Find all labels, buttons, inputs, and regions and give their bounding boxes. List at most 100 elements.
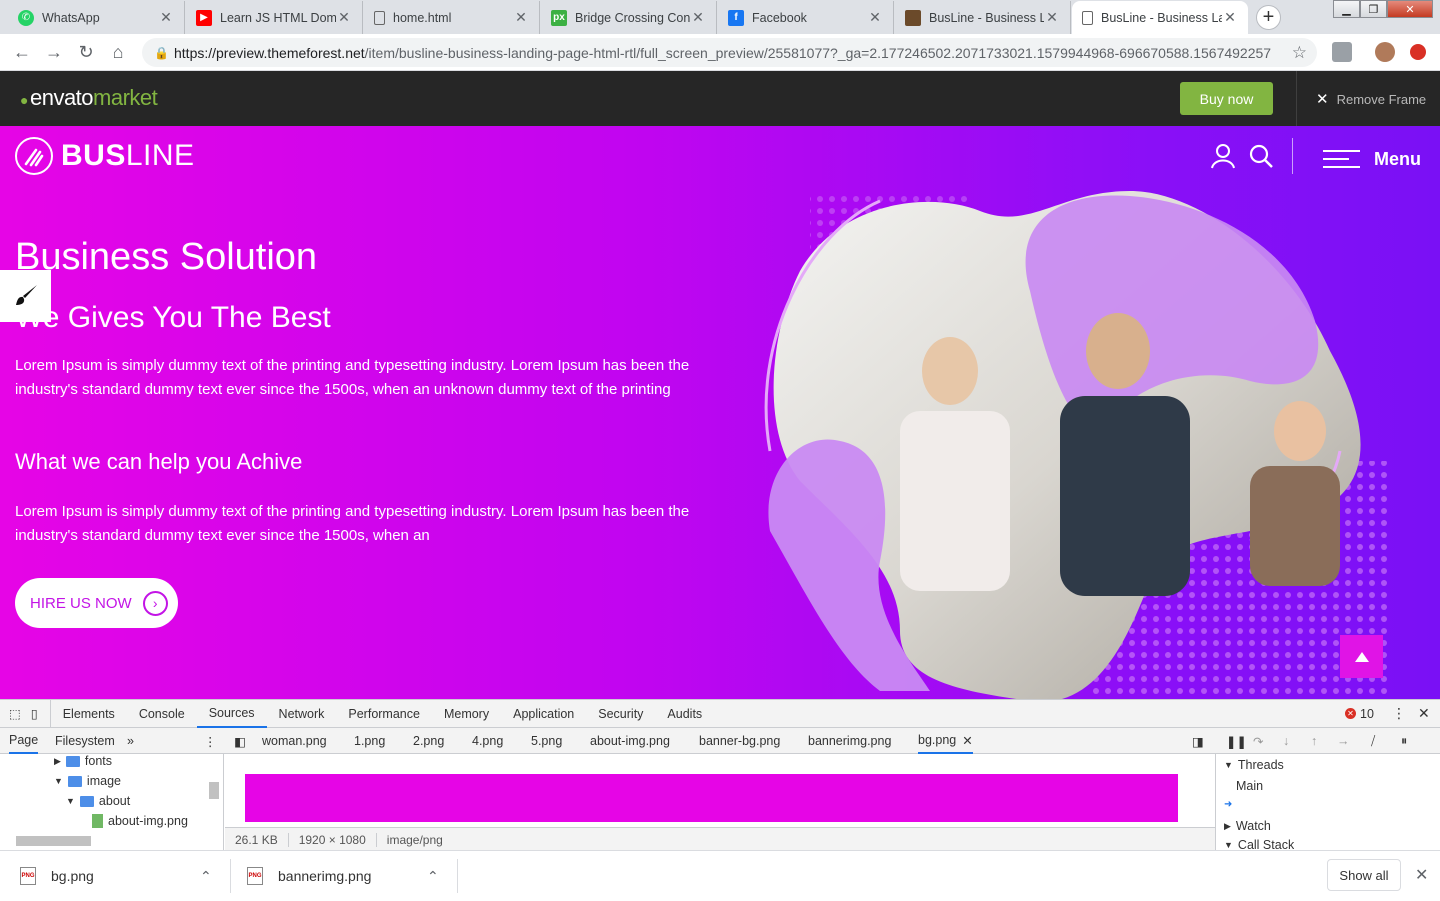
tab-busline-active[interactable]: BusLine - Business La ✕ bbox=[1072, 1, 1248, 34]
tab-page[interactable]: Page bbox=[9, 728, 39, 754]
file-tab[interactable]: woman.png bbox=[262, 728, 327, 754]
tree-item-image[interactable]: ▼ image bbox=[54, 774, 121, 788]
px-icon: px bbox=[551, 9, 567, 26]
remove-frame-button[interactable]: ✕ Remove Frame bbox=[1316, 90, 1426, 108]
tab-console[interactable]: Console bbox=[127, 700, 197, 728]
tree-item-about[interactable]: ▼ about bbox=[66, 794, 130, 808]
file-tab[interactable]: 4.png bbox=[472, 728, 503, 754]
toggle-debugger-icon[interactable]: ◨ bbox=[1192, 728, 1204, 754]
tab-learn-js[interactable]: ▶ Learn JS HTML Dom T ✕ bbox=[186, 1, 363, 34]
tab-elements[interactable]: Elements bbox=[51, 700, 127, 728]
deactivate-breakpoints-icon[interactable]: ⧸ bbox=[1371, 728, 1375, 754]
error-badge[interactable]: ✕ 10 bbox=[1345, 707, 1374, 721]
header-icons bbox=[1210, 143, 1274, 169]
download-item[interactable]: PNG bg.png ⌃ bbox=[20, 851, 212, 901]
buy-now-button[interactable]: Buy now bbox=[1180, 82, 1273, 115]
pause-icon[interactable]: ❚❚ bbox=[1226, 728, 1247, 754]
busline-icon bbox=[905, 9, 921, 26]
adblock-icon[interactable] bbox=[1410, 44, 1426, 60]
step-out-icon[interactable]: ↑ bbox=[1311, 728, 1317, 754]
more-options-icon[interactable]: ⋮ bbox=[1392, 705, 1406, 722]
menu-button[interactable]: Menu bbox=[1323, 144, 1421, 174]
thread-main[interactable]: Main bbox=[1236, 779, 1263, 793]
site-logo[interactable]: BUSLINE bbox=[15, 137, 195, 175]
file-tab[interactable]: bannerimg.png bbox=[808, 728, 891, 754]
vertical-scrollbar[interactable] bbox=[209, 782, 219, 799]
close-icon[interactable]: ✕ bbox=[513, 9, 529, 26]
tab-home-html[interactable]: home.html ✕ bbox=[364, 1, 540, 34]
chevron-down-icon: ▼ bbox=[1224, 840, 1233, 850]
tab-performance[interactable]: Performance bbox=[336, 700, 432, 728]
reload-button[interactable]: ↻ bbox=[70, 42, 102, 63]
tab-security[interactable]: Security bbox=[586, 700, 655, 728]
step-into-icon[interactable]: ↓ bbox=[1283, 728, 1289, 754]
tab-bridge-crossing[interactable]: px Bridge Crossing Conc ✕ bbox=[541, 1, 717, 34]
forward-button[interactable]: → bbox=[38, 42, 70, 63]
close-shelf-icon[interactable]: ✕ bbox=[1415, 865, 1428, 885]
theme-customizer-button[interactable] bbox=[0, 270, 51, 322]
watch-section[interactable]: ▶ Watch bbox=[1224, 819, 1271, 833]
file-tab[interactable]: banner-bg.png bbox=[699, 728, 780, 754]
tab-network[interactable]: Network bbox=[267, 700, 337, 728]
window-controls: ▁ ❐ ✕ bbox=[1333, 0, 1433, 18]
close-icon[interactable]: ✕ bbox=[1044, 9, 1060, 26]
maximize-button[interactable]: ❐ bbox=[1360, 0, 1387, 18]
tab-memory[interactable]: Memory bbox=[432, 700, 501, 728]
tab-filesystem[interactable]: Filesystem bbox=[55, 728, 115, 754]
more-options-icon[interactable]: ⋮ bbox=[204, 728, 217, 754]
download-item[interactable]: PNG bannerimg.png ⌃ bbox=[247, 851, 439, 901]
file-tab[interactable]: 5.png bbox=[531, 728, 562, 754]
tab-busline-1[interactable]: BusLine - Business La ✕ bbox=[895, 1, 1071, 34]
envato-logo[interactable]: ●envatomarket bbox=[20, 85, 158, 111]
minimize-button[interactable]: ▁ bbox=[1333, 0, 1360, 18]
new-tab-button[interactable]: + bbox=[1256, 5, 1281, 30]
device-toolbar-icon[interactable]: ▯ bbox=[27, 699, 51, 728]
tab-facebook[interactable]: f Facebook ✕ bbox=[718, 1, 894, 34]
chevron-up-icon[interactable]: ⌃ bbox=[200, 868, 212, 885]
pause-exceptions-icon[interactable]: ⏸ bbox=[1401, 728, 1407, 754]
tree-item-about-img[interactable]: about-img.png bbox=[92, 814, 188, 828]
close-icon[interactable]: ✕ bbox=[336, 9, 352, 26]
folder-icon bbox=[79, 795, 94, 807]
tab-sources[interactable]: Sources bbox=[196, 700, 267, 728]
chevron-up-icon[interactable]: ⌃ bbox=[427, 868, 439, 885]
close-icon[interactable]: ✕ bbox=[1222, 9, 1238, 26]
error-icon: ✕ bbox=[1345, 708, 1356, 719]
file-tab[interactable]: about-img.png bbox=[590, 728, 670, 754]
devtools-panel: ⬚ ▯ Elements Console Sources Network Per… bbox=[0, 699, 1440, 851]
scroll-to-top-button[interactable] bbox=[1340, 635, 1383, 678]
file-tab-active[interactable]: bg.png ✕ bbox=[918, 728, 973, 754]
inspect-icon[interactable]: ⬚ bbox=[0, 700, 27, 728]
whatsapp-icon: ✆ bbox=[18, 9, 34, 26]
tree-item-fonts[interactable]: ▶ fonts bbox=[54, 754, 112, 768]
header-divider bbox=[1292, 138, 1293, 174]
horizontal-scrollbar[interactable] bbox=[16, 836, 91, 846]
hire-us-button[interactable]: HIRE US NOW › bbox=[15, 578, 178, 628]
home-button[interactable]: ⌂ bbox=[102, 42, 134, 63]
url-field[interactable]: 🔒 https://preview.themeforest.net/item/b… bbox=[142, 38, 1317, 67]
window-close-button[interactable]: ✕ bbox=[1387, 0, 1433, 18]
close-icon[interactable]: ✕ bbox=[690, 9, 706, 26]
step-over-icon[interactable]: ↷ bbox=[1253, 728, 1263, 754]
toggle-navigator-icon[interactable]: ◧ bbox=[234, 728, 246, 754]
extension-icon[interactable] bbox=[1332, 42, 1352, 62]
file-tab[interactable]: 1.png bbox=[354, 728, 385, 754]
tab-application[interactable]: Application bbox=[501, 700, 586, 728]
file-icon bbox=[374, 10, 385, 25]
step-icon[interactable]: → bbox=[1337, 728, 1350, 754]
close-icon[interactable]: ✕ bbox=[158, 9, 174, 26]
star-icon[interactable]: ☆ bbox=[1292, 43, 1307, 63]
threads-section[interactable]: ▼ Threads bbox=[1224, 758, 1284, 772]
close-icon[interactable]: ✕ bbox=[867, 9, 883, 26]
more-tabs-icon[interactable]: » bbox=[127, 728, 134, 754]
back-button[interactable]: ← bbox=[6, 42, 38, 63]
user-icon[interactable] bbox=[1210, 143, 1236, 169]
search-icon[interactable] bbox=[1248, 143, 1274, 169]
profile-avatar[interactable] bbox=[1375, 42, 1395, 62]
close-devtools-icon[interactable]: ✕ bbox=[1418, 705, 1430, 722]
file-tab[interactable]: 2.png bbox=[413, 728, 444, 754]
close-icon[interactable]: ✕ bbox=[962, 733, 972, 748]
show-all-button[interactable]: Show all bbox=[1327, 859, 1401, 891]
tab-audits[interactable]: Audits bbox=[655, 700, 714, 728]
tab-whatsapp[interactable]: ✆ WhatsApp ✕ bbox=[8, 1, 185, 34]
